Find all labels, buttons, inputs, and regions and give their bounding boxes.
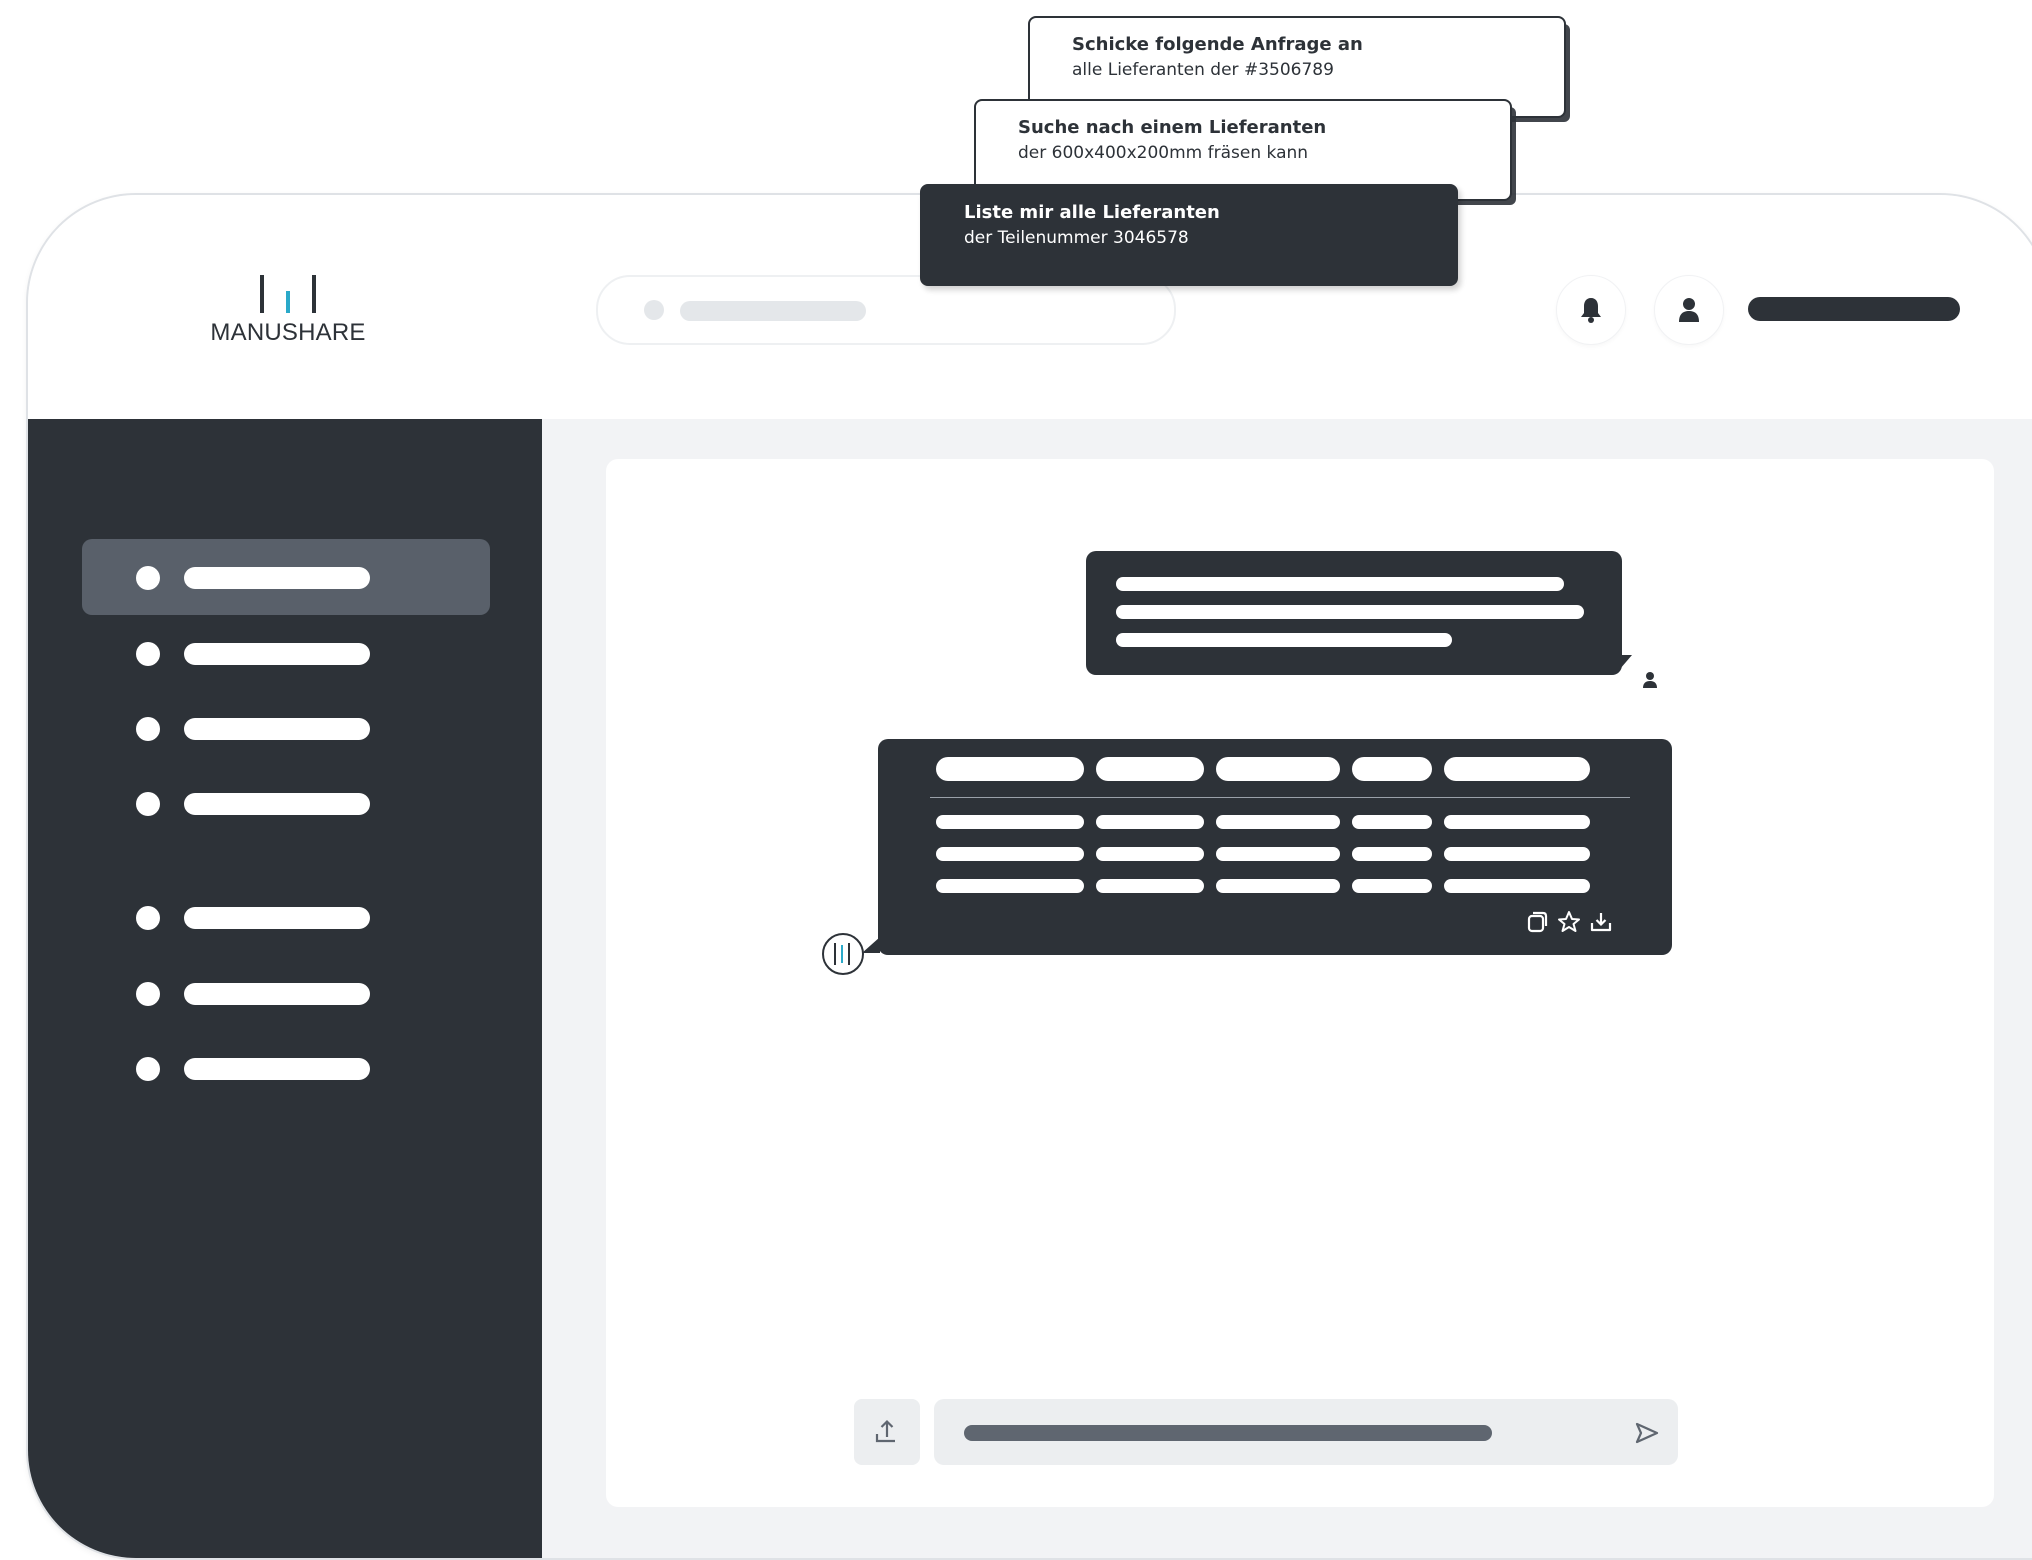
- search-placeholder: [680, 301, 866, 321]
- assistant-message-bubble: [878, 739, 1672, 955]
- table-cell: [1352, 847, 1432, 861]
- bubble-tail: [862, 937, 880, 953]
- sidebar-item-1[interactable]: [82, 539, 490, 615]
- search-icon: [644, 300, 664, 320]
- bell-icon: [1581, 298, 1601, 323]
- table-divider: [930, 797, 1630, 798]
- table-cell: [936, 879, 1084, 893]
- logo-bar: [260, 275, 264, 313]
- send-icon[interactable]: [1634, 1421, 1660, 1445]
- user-icon: [1679, 298, 1699, 322]
- user-name-placeholder[interactable]: [1748, 297, 1960, 321]
- notifications-button[interactable]: [1556, 275, 1626, 345]
- sidebar-item-2[interactable]: [82, 615, 490, 691]
- sidebar: [28, 419, 542, 1558]
- input-text-placeholder: [964, 1425, 1492, 1441]
- favorite-button[interactable]: [1556, 909, 1582, 935]
- message-line: [1116, 577, 1564, 591]
- chat-panel: [606, 459, 1994, 1507]
- profile-button[interactable]: [1654, 275, 1724, 345]
- sidebar-item-7[interactable]: [82, 1030, 490, 1106]
- prompt-subtitle: alle Lieferanten der #3506789: [1072, 60, 1334, 80]
- prompt-subtitle: der Teilenummer 3046578: [964, 228, 1189, 248]
- nav-bullet: [136, 906, 160, 930]
- nav-bullet: [136, 642, 160, 666]
- table-cell: [1216, 847, 1340, 861]
- sidebar-item-3[interactable]: [82, 690, 490, 766]
- brand-name: MANUSHARE: [210, 319, 366, 346]
- table-header-cell: [1216, 757, 1340, 781]
- sidebar-item-6[interactable]: [82, 955, 490, 1031]
- star-icon: [1558, 911, 1580, 932]
- nav-label-placeholder: [184, 718, 370, 740]
- table-row: [936, 847, 1590, 861]
- table-cell: [1444, 815, 1590, 829]
- table-cell: [1216, 815, 1340, 829]
- prompt-title: Schicke folgende Anfrage an: [1072, 34, 1363, 55]
- sidebar-item-5[interactable]: [82, 879, 490, 955]
- prompt-title: Suche nach einem Lieferanten: [1018, 117, 1327, 138]
- assistant-avatar-icon: [822, 933, 864, 975]
- prompt-card-3[interactable]: Liste mir alle Lieferanten der Teilenumm…: [920, 184, 1458, 286]
- table-cell: [1352, 815, 1432, 829]
- nav-label-placeholder: [184, 793, 370, 815]
- copy-button[interactable]: [1524, 909, 1550, 935]
- download-icon: [1590, 913, 1612, 932]
- nav-bullet: [136, 717, 160, 741]
- message-input[interactable]: [934, 1399, 1678, 1465]
- message-line: [1116, 633, 1452, 647]
- table-cell: [1444, 879, 1590, 893]
- table-cell: [1352, 879, 1432, 893]
- user-message-bubble: [1086, 551, 1622, 675]
- table-row: [936, 815, 1590, 829]
- nav-bullet: [136, 1057, 160, 1081]
- table-cell: [1216, 879, 1340, 893]
- table-cell: [1096, 879, 1204, 893]
- nav-label-placeholder: [184, 907, 370, 929]
- app-window: MANUSHARE: [26, 193, 2032, 1560]
- avatar-bar-accent: [841, 945, 843, 963]
- table-header-cell: [1096, 757, 1204, 781]
- table-header-cell: [1352, 757, 1432, 781]
- logo-bar: [312, 275, 316, 313]
- user-avatar-icon: [1643, 672, 1657, 688]
- nav-bullet: [136, 982, 160, 1006]
- avatar-bar: [848, 943, 850, 965]
- table-header-row: [936, 757, 1590, 781]
- prompt-subtitle: der 600x400x200mm fräsen kann: [1018, 143, 1309, 163]
- prompt-title: Liste mir alle Lieferanten: [964, 202, 1220, 223]
- table-header-cell: [936, 757, 1084, 781]
- upload-icon: [875, 1419, 895, 1443]
- brand-logo[interactable]: MANUSHARE: [196, 273, 380, 347]
- nav-bullet: [136, 566, 160, 590]
- table-cell: [1096, 815, 1204, 829]
- table-header-cell: [1444, 757, 1590, 781]
- logo-mark: [196, 273, 380, 313]
- nav-bullet: [136, 792, 160, 816]
- copy-icon: [1527, 911, 1548, 933]
- bubble-tail: [1620, 655, 1632, 669]
- nav-label-placeholder: [184, 567, 370, 589]
- nav-label-placeholder: [184, 643, 370, 665]
- sidebar-item-4[interactable]: [82, 765, 490, 841]
- download-button[interactable]: [1588, 909, 1614, 935]
- avatar-bar: [834, 943, 836, 965]
- logo-bar-accent: [286, 291, 290, 313]
- message-line: [1116, 605, 1584, 619]
- upload-button[interactable]: [854, 1399, 920, 1465]
- table-row: [936, 879, 1590, 893]
- message-actions: [1524, 909, 1614, 935]
- table-cell: [1444, 847, 1590, 861]
- nav-label-placeholder: [184, 1058, 370, 1080]
- nav-label-placeholder: [184, 983, 370, 1005]
- table-cell: [1096, 847, 1204, 861]
- table-cell: [936, 815, 1084, 829]
- table-cell: [936, 847, 1084, 861]
